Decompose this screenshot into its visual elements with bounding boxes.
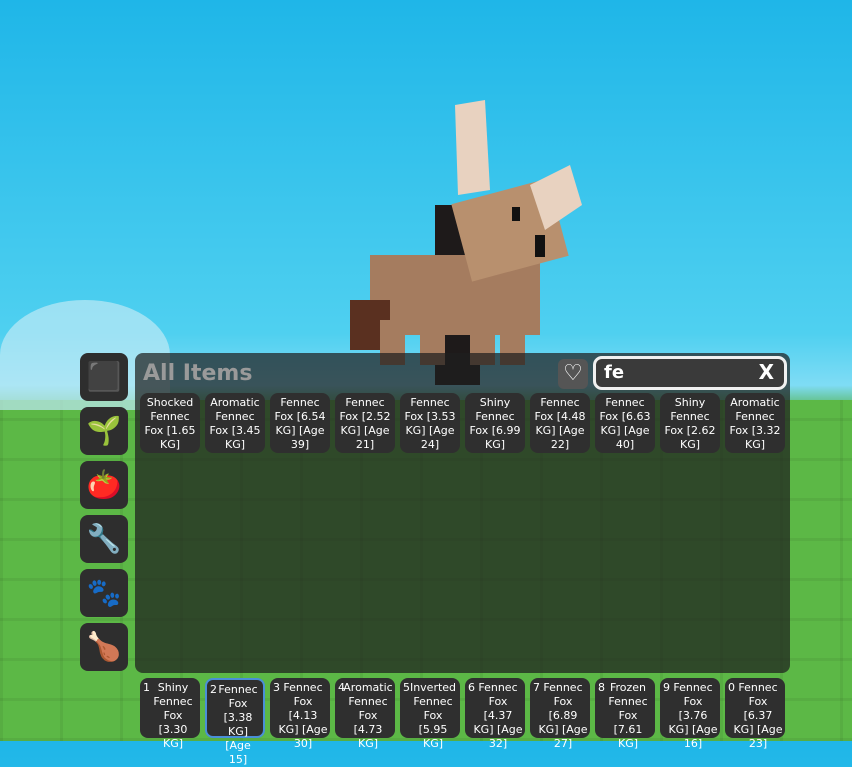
sprout-icon: 🌱 (86, 414, 122, 447)
drumstick-icon: 🍗 (86, 630, 122, 663)
hotbar-key: 7 (533, 681, 540, 694)
clear-search-button[interactable]: X (759, 360, 774, 384)
inventory-item[interactable]: Fennec Fox [6.54 KG] [Age 39] (270, 393, 330, 453)
hotbar-slot-5[interactable]: 5 Inverted Fennec Fox [5.95 KG] (400, 678, 460, 750)
inventory-item[interactable]: Fennec Fox [2.52 KG] [Age 21] (335, 393, 395, 453)
inventory-item[interactable]: Shiny Fennec Fox [2.62 KG] (660, 393, 720, 453)
inventory-item[interactable]: Shiny Fennec Fox [6.99 KG] (465, 393, 525, 453)
hotbar-key: 6 (468, 681, 475, 694)
inventory-item[interactable]: Fennec Fox [3.53 KG] [Age 24] (400, 393, 460, 453)
hotbar-key: 5 (403, 681, 410, 694)
sidebar-button-tomato[interactable]: 🍅 (80, 461, 128, 509)
hotbar-key: 4 (338, 681, 345, 694)
paw-icon: 🐾 (86, 576, 122, 609)
sidebar-button-wrench[interactable]: 🔧 (80, 515, 128, 563)
cube-icon: ⬛ (86, 360, 122, 393)
inventory-item[interactable]: Aromatic Fennec Fox [3.32 KG] (725, 393, 785, 453)
hotbar-slot-8[interactable]: 8 Frozen Fennec Fox [7.61 KG] (595, 678, 655, 750)
hotbar-slot-0[interactable]: 0 Fennec Fox [6.37 KG] [Age 23] (725, 678, 785, 750)
panel-title: All Items (143, 361, 253, 386)
hotbar-key: 1 (143, 681, 150, 694)
wrench-icon: 🔧 (86, 522, 122, 555)
sidebar-button-drumstick[interactable]: 🍗 (80, 623, 128, 671)
search-box[interactable]: X (593, 356, 787, 390)
hotbar-slot-4[interactable]: 4 Aromatic Fennec Fox [4.73 KG] (335, 678, 395, 750)
hotbar-slot-9[interactable]: 9 Fennec Fox [3.76 KG] [Age 16] (660, 678, 720, 750)
hotbar-key: 3 (273, 681, 280, 694)
sidebar-button-cube[interactable]: ⬛ (80, 353, 128, 401)
tomato-icon: 🍅 (86, 468, 122, 501)
sidebar-button-sprout[interactable]: 🌱 (80, 407, 128, 455)
hotbar-slot-6[interactable]: 6 Fennec Fox [4.37 KG] [Age 32] (465, 678, 525, 750)
favorites-filter-button[interactable]: ♡ (558, 359, 588, 389)
hotbar-slot-2[interactable]: 2 Fennec Fox [3.38 KG] [Age 15] (205, 678, 265, 766)
hotbar-slot-1[interactable]: 1 Shiny Fennec Fox [3.30 KG] (140, 678, 200, 750)
search-input[interactable] (604, 362, 744, 383)
hotbar-slot-7[interactable]: 7 Fennec Fox [6.89 KG] [Age 27] (530, 678, 590, 750)
hotbar-key: 8 (598, 681, 605, 694)
hotbar-key: 2 (210, 683, 217, 696)
inventory-item[interactable]: Shocked Fennec Fox [1.65 KG] (140, 393, 200, 453)
inventory-item[interactable]: Fennec Fox [6.63 KG] [Age 40] (595, 393, 655, 453)
sidebar-button-paw[interactable]: 🐾 (80, 569, 128, 617)
hotbar-key: 9 (663, 681, 670, 694)
hotbar-key: 0 (728, 681, 735, 694)
heart-icon: ♡ (563, 361, 583, 386)
inventory-item[interactable]: Aromatic Fennec Fox [3.45 KG] (205, 393, 265, 453)
hotbar-slot-3[interactable]: 3 Fennec Fox [4.13 KG] [Age 30] (270, 678, 330, 750)
fennec-fox-model (350, 100, 582, 385)
inventory-item[interactable]: Fennec Fox [4.48 KG] [Age 22] (530, 393, 590, 453)
